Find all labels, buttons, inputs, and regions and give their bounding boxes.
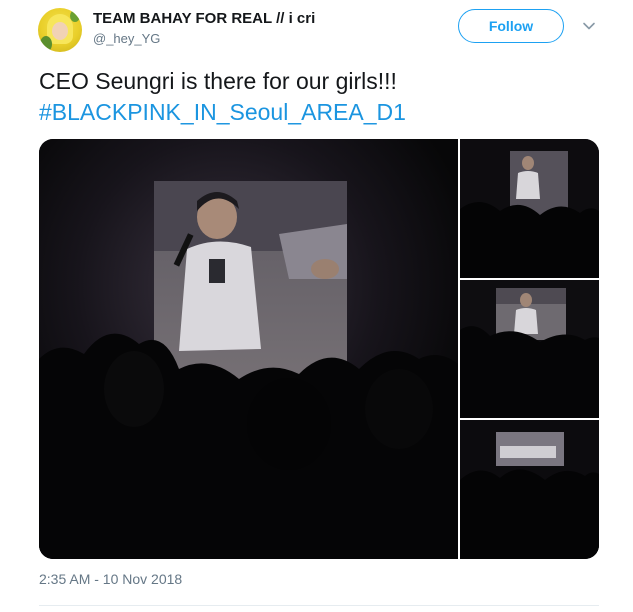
media-grid bbox=[39, 139, 599, 559]
concert-photo-image bbox=[460, 420, 599, 559]
chevron-down-icon[interactable] bbox=[581, 18, 597, 34]
tweet-body: CEO Seungri is there for our girls!!! bbox=[39, 68, 397, 94]
concert-photo-image bbox=[460, 139, 599, 278]
avatar-decoration bbox=[40, 36, 52, 52]
photo-1[interactable] bbox=[39, 139, 458, 559]
tweet-timestamp[interactable]: 2:35 AM - 10 Nov 2018 bbox=[39, 571, 182, 587]
avatar[interactable] bbox=[38, 8, 82, 52]
hashtag-link[interactable]: #BLACKPINK_IN_Seoul_AREA_D1 bbox=[39, 97, 609, 128]
author-handle[interactable]: @_hey_YG bbox=[93, 31, 160, 46]
author-display-name[interactable]: TEAM BAHAY FOR REAL // i cri bbox=[93, 10, 315, 27]
tweet-text: CEO Seungri is there for our girls!!! #B… bbox=[39, 66, 609, 128]
photo-2[interactable] bbox=[460, 139, 599, 278]
avatar-face bbox=[52, 22, 68, 40]
concert-photo-image bbox=[460, 280, 599, 418]
divider bbox=[39, 605, 599, 606]
photo-4[interactable] bbox=[460, 420, 599, 559]
concert-photo-image bbox=[39, 139, 458, 559]
tweet-card: TEAM BAHAY FOR REAL // i cri @_hey_YG Fo… bbox=[0, 0, 633, 612]
photo-3[interactable] bbox=[460, 280, 599, 418]
follow-button[interactable]: Follow bbox=[458, 9, 564, 43]
